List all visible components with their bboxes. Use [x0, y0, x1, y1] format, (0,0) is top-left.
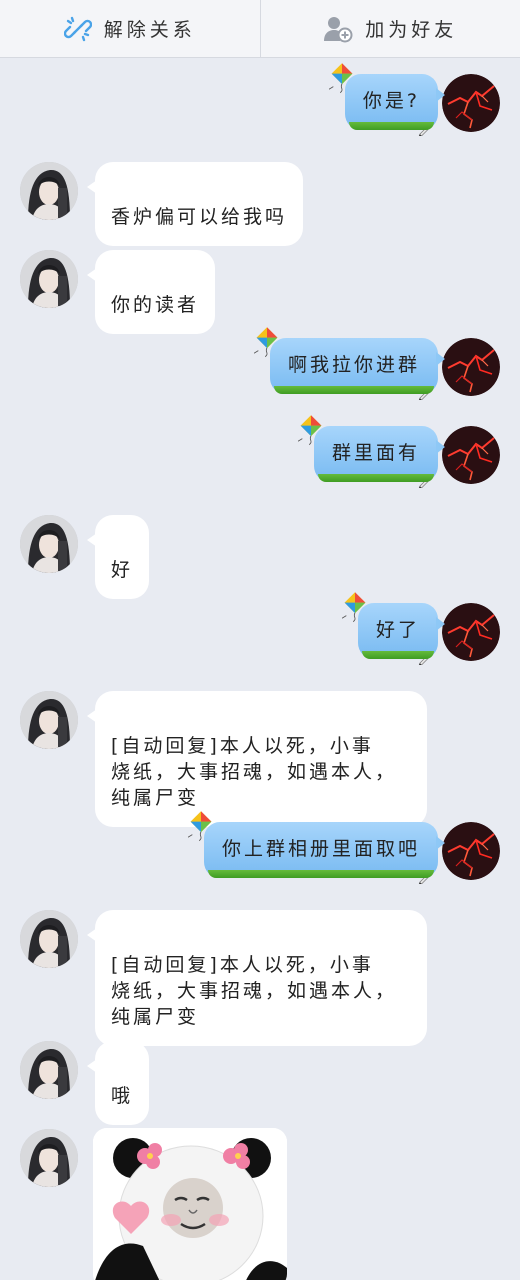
message-text: 你是?	[362, 90, 420, 112]
pencil-icon	[418, 122, 432, 136]
kite-icon	[342, 591, 368, 623]
contact-avatar[interactable]	[20, 515, 78, 573]
my-avatar[interactable]	[442, 74, 500, 132]
message-text: 群里面有	[331, 442, 420, 464]
contact-avatar[interactable]	[20, 162, 78, 220]
add-user-icon	[323, 15, 353, 43]
message-bubble-outgoing[interactable]: 你上群相册里面取吧	[204, 822, 446, 878]
message-text: 你的读者	[111, 294, 200, 316]
message-text: [自动回复]本人以死，小事 烧纸，大事招魂，如遇本人， 纯属尸变	[111, 954, 398, 1028]
contact-avatar[interactable]	[20, 1129, 78, 1187]
panda-sticker-icon	[93, 1128, 287, 1280]
contact-avatar[interactable]	[20, 250, 78, 308]
kite-icon	[254, 326, 280, 358]
message-bubble-incoming[interactable]: 你的读者	[86, 250, 216, 334]
pencil-icon	[418, 651, 432, 665]
panda-heart-sticker[interactable]	[93, 1128, 287, 1280]
contact-avatar[interactable]	[20, 910, 78, 968]
message-text: [自动回复]本人以死，小事 烧纸，大事招魂，如遇本人， 纯属尸变	[111, 735, 398, 809]
message-bubble-incoming[interactable]: 哦	[86, 1041, 150, 1125]
message-bubble-outgoing[interactable]: 好了	[358, 603, 446, 659]
chat-top-bar: 解除关系 加为好友	[0, 0, 520, 58]
my-avatar[interactable]	[442, 603, 500, 661]
kite-icon	[188, 810, 214, 842]
message-text: 哦	[111, 1085, 134, 1107]
message-text: 好了	[375, 619, 420, 641]
pencil-icon	[418, 386, 432, 400]
unbind-button[interactable]: 解除关系	[0, 0, 260, 57]
message-bubble-incoming[interactable]: 香炉偏可以给我吗	[86, 162, 304, 246]
contact-avatar[interactable]	[20, 691, 78, 749]
my-avatar[interactable]	[442, 426, 500, 484]
pencil-icon	[418, 870, 432, 884]
add-friend-label: 加为好友	[365, 19, 458, 41]
message-text: 香炉偏可以给我吗	[111, 206, 288, 228]
message-text: 好	[111, 559, 134, 581]
message-text: 你上群相册里面取吧	[221, 838, 420, 860]
add-friend-button[interactable]: 加为好友	[261, 0, 520, 57]
broken-link-icon	[63, 15, 92, 43]
message-bubble-outgoing[interactable]: 啊我拉你进群	[270, 338, 446, 394]
message-bubble-outgoing[interactable]: 你是?	[345, 74, 446, 130]
message-text: 啊我拉你进群	[287, 354, 420, 376]
message-bubble-outgoing[interactable]: 群里面有	[314, 426, 446, 482]
my-avatar[interactable]	[442, 338, 500, 396]
kite-icon	[329, 62, 355, 94]
message-bubble-incoming[interactable]: [自动回复]本人以死，小事 烧纸，大事招魂，如遇本人， 纯属尸变	[87, 910, 427, 1046]
kite-icon	[298, 414, 324, 446]
contact-avatar[interactable]	[20, 1041, 78, 1099]
unbind-label: 解除关系	[103, 19, 196, 41]
pencil-icon	[418, 474, 432, 488]
message-bubble-incoming[interactable]: [自动回复]本人以死，小事 烧纸，大事招魂，如遇本人， 纯属尸变	[87, 691, 427, 827]
message-bubble-incoming[interactable]: 好	[86, 515, 150, 599]
my-avatar[interactable]	[442, 822, 500, 880]
